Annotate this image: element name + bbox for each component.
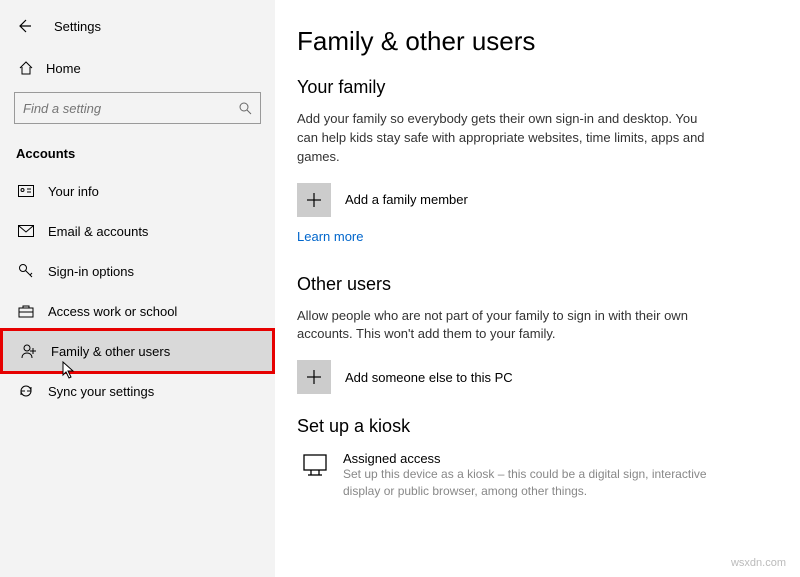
sidebar-item-label: Sign-in options	[48, 264, 134, 279]
add-family-label: Add a family member	[345, 192, 468, 207]
sidebar-item-label: Family & other users	[51, 344, 170, 359]
assigned-access-button[interactable]: Assigned access Set up this device as a …	[297, 451, 770, 500]
assigned-access-desc: Set up this device as a kiosk – this cou…	[343, 466, 713, 500]
family-heading: Your family	[297, 77, 770, 98]
sidebar-item-label: Sync your settings	[48, 384, 154, 399]
plus-icon	[297, 360, 331, 394]
kiosk-heading: Set up a kiosk	[297, 416, 770, 437]
sidebar-item-label: Email & accounts	[48, 224, 148, 239]
main-content: Family & other users Your family Add you…	[275, 0, 800, 577]
section-heading: Accounts	[0, 142, 275, 171]
app-title: Settings	[54, 19, 101, 34]
sidebar-item-signin-options[interactable]: Sign-in options	[0, 251, 275, 291]
key-icon	[18, 263, 34, 279]
sidebar-item-family-other-users[interactable]: Family & other users	[0, 328, 275, 374]
sidebar-item-label: Access work or school	[48, 304, 177, 319]
learn-more-link[interactable]: Learn more	[297, 229, 363, 244]
sync-icon	[18, 383, 34, 399]
back-button[interactable]	[14, 16, 34, 36]
other-users-heading: Other users	[297, 274, 770, 295]
sidebar-item-your-info[interactable]: Your info	[0, 171, 275, 211]
watermark: wsxdn.com	[731, 557, 786, 569]
sidebar: Settings Home Accounts Your info Email &…	[0, 0, 275, 577]
page-title: Family & other users	[297, 26, 770, 57]
people-icon	[21, 343, 37, 359]
home-label: Home	[46, 61, 81, 76]
monitor-icon	[301, 451, 329, 479]
briefcase-icon	[18, 303, 34, 319]
sidebar-item-sync-settings[interactable]: Sync your settings	[0, 371, 275, 411]
id-card-icon	[18, 183, 34, 199]
add-other-user-button[interactable]: Add someone else to this PC	[297, 360, 770, 394]
sidebar-item-email-accounts[interactable]: Email & accounts	[0, 211, 275, 251]
plus-icon	[297, 183, 331, 217]
family-description: Add your family so everybody gets their …	[297, 110, 717, 167]
home-icon	[18, 60, 34, 76]
search-icon	[238, 101, 252, 115]
arrow-left-icon	[16, 18, 32, 34]
mail-icon	[18, 223, 34, 239]
search-input[interactable]	[23, 101, 238, 116]
sidebar-item-work-school[interactable]: Access work or school	[0, 291, 275, 331]
kiosk-text: Assigned access Set up this device as a …	[343, 451, 713, 500]
add-other-label: Add someone else to this PC	[345, 370, 513, 385]
sidebar-item-label: Your info	[48, 184, 99, 199]
home-button[interactable]: Home	[0, 50, 275, 88]
window-header: Settings	[0, 10, 275, 50]
search-box[interactable]	[14, 92, 261, 124]
add-family-member-button[interactable]: Add a family member	[297, 183, 770, 217]
assigned-access-title: Assigned access	[343, 451, 713, 466]
other-users-description: Allow people who are not part of your fa…	[297, 307, 717, 345]
